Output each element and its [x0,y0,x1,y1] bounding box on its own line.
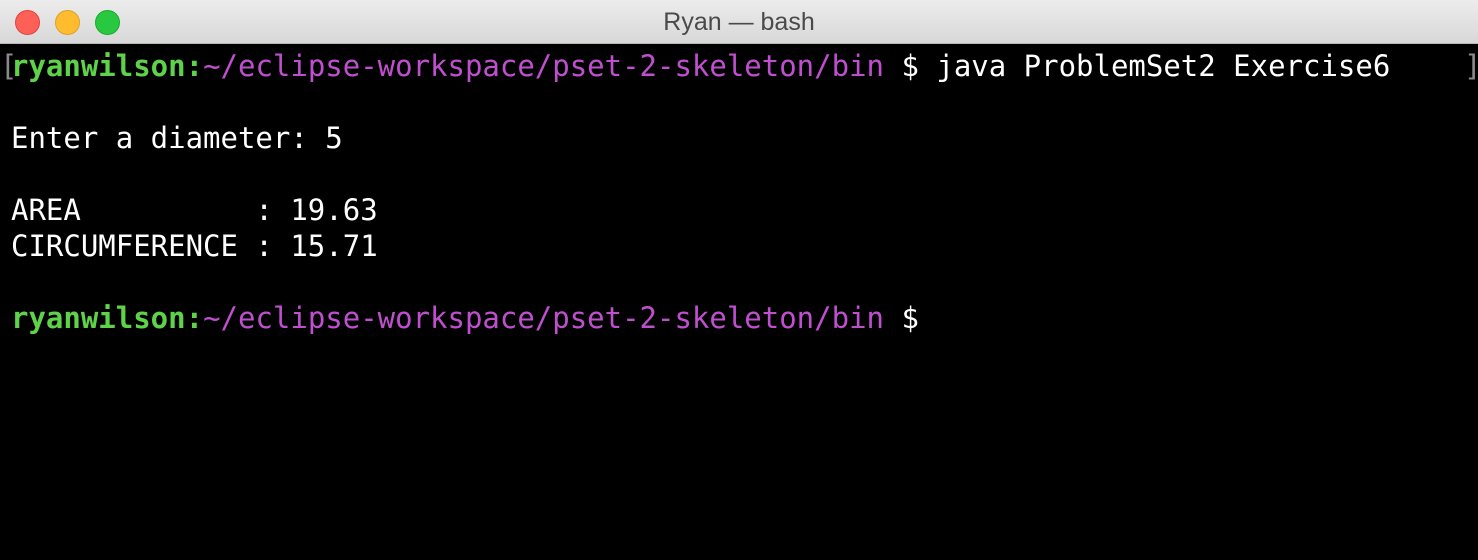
command-line: ryanwilson:~/eclipse-workspace/pset-2-sk… [11,48,1390,84]
output-circumference: CIRCUMFERENCE : 15.71 [11,229,378,263]
prompt-path: ~/eclipse-workspace/pset-2-skeleton/bin [203,301,884,335]
prompt-user: ryanwilson: [11,301,204,335]
output-area: AREA : 19.63 [11,193,378,227]
output-diameter-prompt: Enter a diameter: 5 [11,121,343,155]
prompt-path: ~/eclipse-workspace/pset-2-skeleton/bin [203,49,884,83]
terminal-content[interactable]: [ ryanwilson:~/eclipse-workspace/pset-2-… [0,44,1478,560]
command-text: $ java ProblemSet2 Exercise6 [883,49,1391,83]
prompt-user: ryanwilson: [11,49,204,83]
mark-bracket-right: ] [1464,48,1478,84]
terminal-window: Ryan — bash [ ryanwilson:~/eclipse-works… [0,0,1478,560]
current-prompt-line[interactable]: ryanwilson:~/eclipse-workspace/pset-2-sk… [11,300,919,336]
prompt-symbol: $ [883,301,919,335]
title-bar[interactable]: Ryan — bash [0,0,1478,44]
window-title: Ryan — bash [663,8,815,36]
